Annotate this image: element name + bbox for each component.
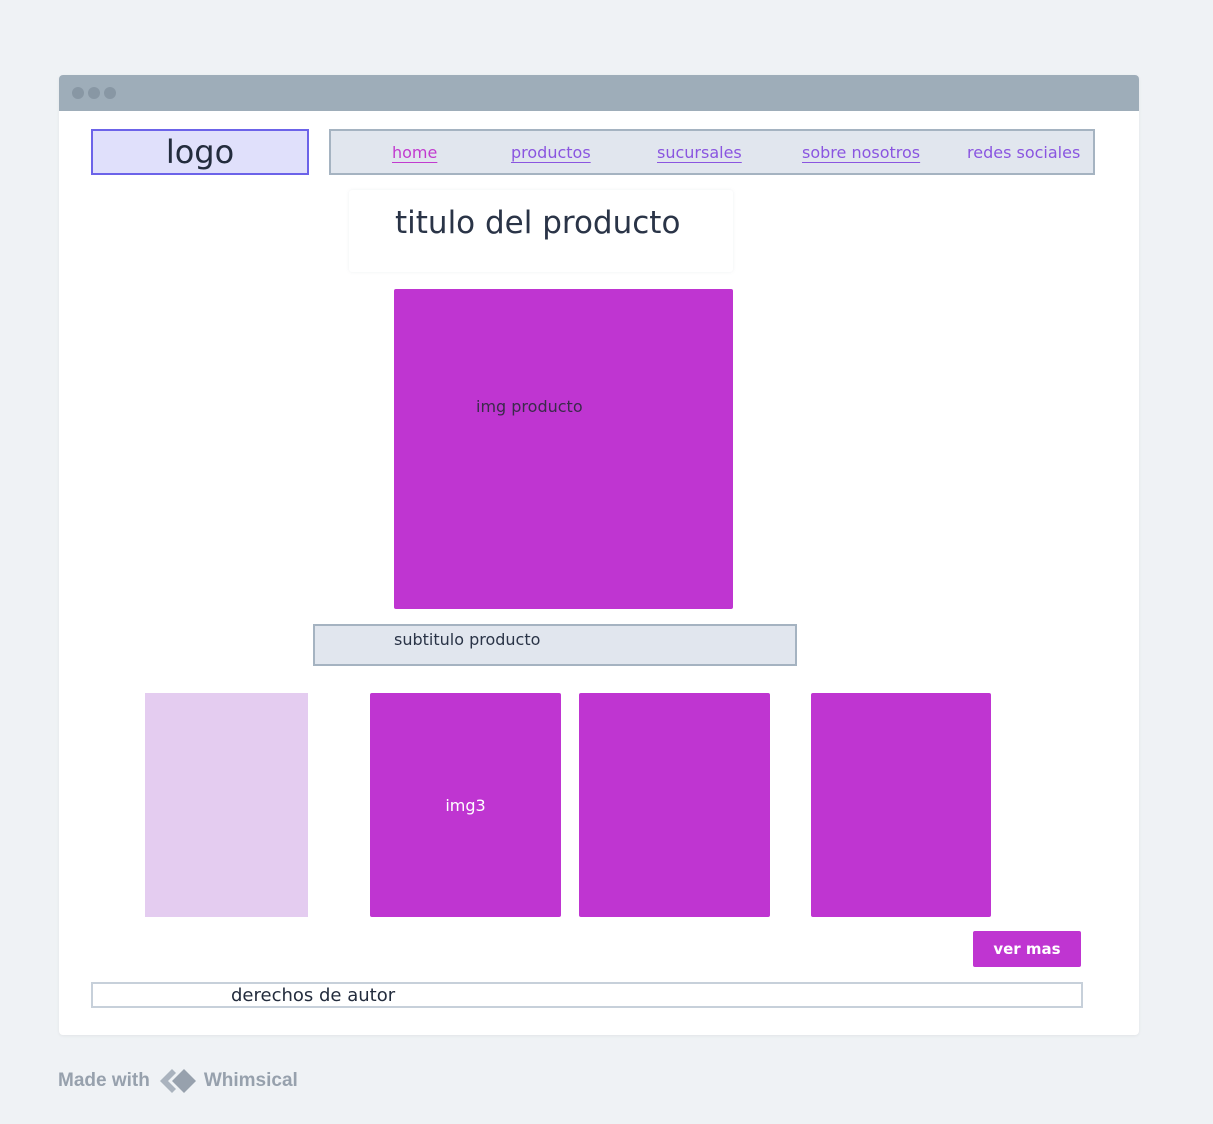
window-dot-icon <box>104 87 116 99</box>
product-subtitle: subtitulo producto <box>394 630 541 649</box>
product-image-label: img producto <box>476 397 583 416</box>
footer-copyright: derechos de autor <box>231 985 396 1006</box>
whimsical-brand: Whimsical <box>203 1070 298 1091</box>
side-panel <box>145 693 308 917</box>
whimsical-logo-icon <box>159 1069 196 1093</box>
product-title: titulo del producto <box>395 205 681 241</box>
made-with-label: Made with <box>58 1070 150 1091</box>
logo[interactable]: logo <box>91 129 309 175</box>
thumbnail-label: img3 <box>445 796 486 815</box>
thumbnail-image[interactable]: img3 <box>370 693 561 917</box>
window-dot-icon <box>88 87 100 99</box>
nav-link-home[interactable]: home <box>392 143 437 162</box>
nav-link-sucursales[interactable]: sucursales <box>657 143 742 162</box>
logo-label: logo <box>165 133 235 171</box>
nav-link-redes-sociales[interactable]: redes sociales <box>967 143 1080 162</box>
thumbnail-image[interactable] <box>579 693 770 917</box>
browser-window: logo home productos sucursales sobre nos… <box>59 75 1139 1035</box>
ver-mas-button[interactable]: ver mas <box>973 931 1081 967</box>
nav-bar: home productos sucursales sobre nosotros… <box>329 129 1095 175</box>
nav-link-productos[interactable]: productos <box>511 143 591 162</box>
footer: derechos de autor <box>91 982 1083 1008</box>
whimsical-watermark[interactable]: Made with Whimsical <box>58 1066 298 1096</box>
product-main-image[interactable]: img producto <box>394 289 733 609</box>
window-dot-icon <box>72 87 84 99</box>
nav-link-sobre-nosotros[interactable]: sobre nosotros <box>802 143 920 162</box>
product-subtitle-box: subtitulo producto <box>313 624 797 666</box>
window-titlebar <box>59 75 1139 111</box>
thumbnail-image[interactable] <box>811 693 991 917</box>
